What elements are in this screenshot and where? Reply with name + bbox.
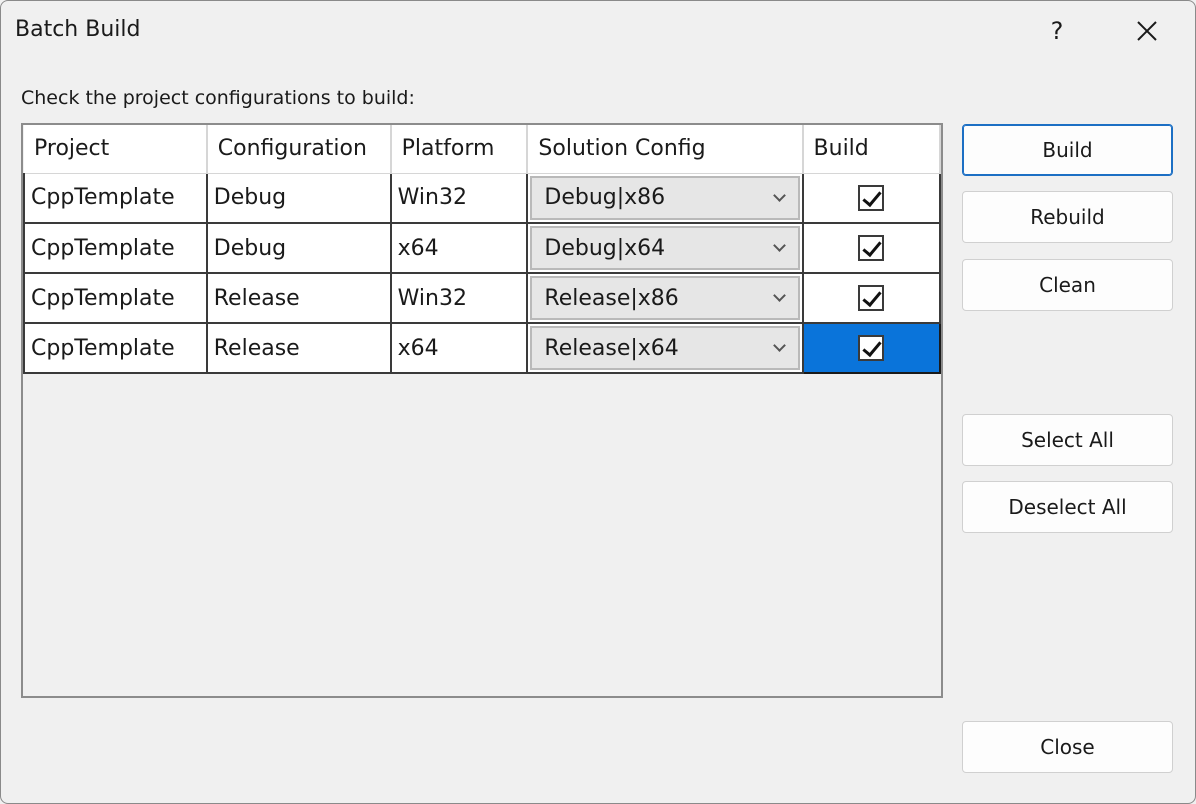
project-cell[interactable]: CppTemplate [23, 323, 208, 374]
select-all-button[interactable]: Select All [962, 414, 1173, 466]
solution-config-dropdown[interactable]: Debug|x86 [530, 175, 800, 220]
configurations-grid[interactable]: Project Configuration Platform Solution … [21, 123, 943, 698]
solution-config-dropdown[interactable]: Release|x64 [530, 326, 800, 370]
build-checkbox[interactable] [858, 285, 885, 311]
deselect-all-button[interactable]: Deselect All [962, 481, 1173, 533]
table-row[interactable]: CppTemplate Debug Win32 Debug|x86 [23, 173, 942, 224]
close-button[interactable]: Close [962, 721, 1173, 773]
configuration-cell[interactable]: Release [205, 323, 392, 374]
solution-config-value: Release|x86 [544, 285, 679, 311]
configurations-table: Project Configuration Platform Solution … [23, 125, 942, 374]
build-checkbox[interactable] [858, 335, 885, 361]
clean-button[interactable]: Clean [962, 259, 1173, 311]
dialog-title: Batch Build [15, 17, 141, 42]
solution-config-cell: Debug|x86 [526, 173, 804, 224]
help-button[interactable]: ? [1029, 5, 1085, 57]
rebuild-button[interactable]: Rebuild [962, 191, 1173, 243]
column-header-project[interactable]: Project [24, 125, 208, 174]
project-cell[interactable]: CppTemplate [23, 223, 208, 274]
column-header-configuration[interactable]: Configuration [206, 125, 392, 174]
column-header-solution-config[interactable]: Solution Config [527, 125, 804, 174]
close-icon [1137, 21, 1157, 41]
solution-config-value: Debug|x64 [544, 235, 666, 261]
header-row: Project Configuration Platform Solution … [24, 125, 942, 174]
batch-build-dialog: Batch Build ? Check the project configur… [0, 0, 1196, 804]
build-cell [801, 173, 942, 224]
column-header-platform[interactable]: Platform [390, 125, 529, 174]
solution-config-cell: Debug|x64 [526, 223, 804, 274]
build-checkbox[interactable] [858, 184, 885, 211]
project-cell[interactable]: CppTemplate [23, 273, 208, 324]
solution-config-dropdown[interactable]: Release|x86 [530, 276, 800, 320]
platform-cell[interactable]: Win32 [389, 273, 529, 324]
chevron-down-icon [772, 291, 786, 305]
solution-config-value: Debug|x86 [544, 185, 666, 211]
help-icon: ? [1050, 17, 1064, 45]
table-row[interactable]: CppTemplate Release x64 Release|x64 [23, 322, 942, 374]
solution-config-dropdown[interactable]: Debug|x64 [530, 226, 800, 270]
solution-config-value: Release|x64 [544, 335, 679, 361]
build-button[interactable]: Build [962, 124, 1173, 176]
configuration-cell[interactable]: Debug [205, 173, 392, 224]
configuration-cell[interactable]: Release [205, 273, 392, 324]
platform-cell[interactable]: x64 [389, 323, 529, 374]
build-cell [801, 273, 942, 324]
table-row[interactable]: CppTemplate Debug x64 Debug|x64 [23, 223, 942, 274]
configuration-cell[interactable]: Debug [205, 223, 392, 274]
platform-cell[interactable]: Win32 [389, 173, 529, 224]
chevron-down-icon [772, 341, 786, 355]
project-cell[interactable]: CppTemplate [23, 173, 208, 224]
build-cell [801, 223, 942, 274]
build-checkbox[interactable] [858, 235, 885, 261]
table-row[interactable]: CppTemplate Release Win32 Release|x86 [23, 273, 942, 324]
chevron-down-icon [772, 241, 786, 255]
instruction-label: Check the project configurations to buil… [21, 87, 415, 109]
build-cell-selected [801, 322, 942, 374]
close-window-button[interactable] [1119, 5, 1175, 57]
platform-cell[interactable]: x64 [389, 223, 529, 274]
chevron-down-icon [772, 191, 786, 205]
solution-config-cell: Release|x86 [526, 273, 804, 324]
solution-config-cell: Release|x64 [526, 323, 804, 374]
column-header-build[interactable]: Build [802, 125, 942, 174]
